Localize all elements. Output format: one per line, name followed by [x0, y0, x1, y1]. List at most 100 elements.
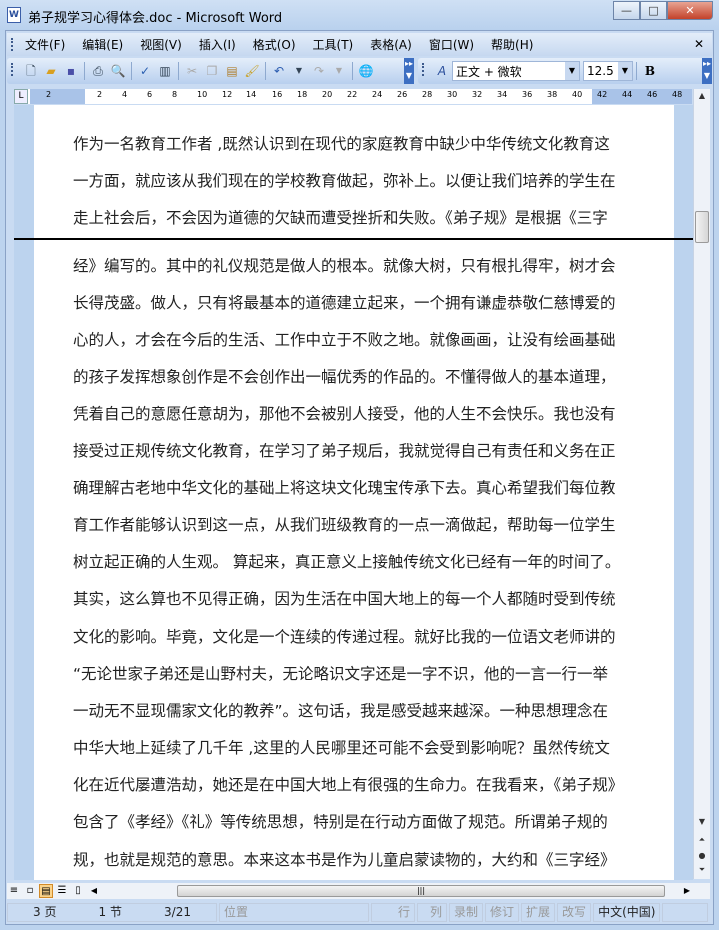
grip-icon[interactable]: [422, 63, 424, 76]
spelling-icon[interactable]: ✓: [137, 63, 153, 79]
document-line: 确理解古老地中华文化的基础上将这块文化瑰宝传承下去。真心希望我们每位教: [73, 479, 616, 497]
hyperlink-icon[interactable]: 🌐: [358, 63, 374, 79]
menu-file[interactable]: 文件(F): [25, 36, 65, 53]
grip-icon[interactable]: [11, 38, 13, 51]
document-line: 一动无不显现儒家文化的教养”。这句话，我是感受越来越深。一种思想理念在: [73, 702, 609, 720]
document-area[interactable]: 作为一名教育工作者 ,既然认识到在现代的家庭教育中缺少中华传统文化教育这 一方面，…: [14, 105, 693, 880]
window-title: 弟子规学习心得体会.doc - Microsoft Word: [28, 11, 283, 26]
research-icon[interactable]: ▥: [157, 63, 173, 79]
chevron-down-icon[interactable]: ▼: [565, 62, 579, 80]
status-position: 位置: [219, 903, 369, 922]
document-line: 一方面，就应该从我们现在的学校教育做起，弥补上。以便让我们培养的学生在: [73, 172, 616, 190]
normal-view-icon[interactable]: ≡: [7, 884, 21, 898]
status-language[interactable]: 中文(中国): [593, 903, 661, 922]
page-break-line: [14, 238, 693, 240]
left-margin: [30, 89, 85, 104]
copy-icon[interactable]: ❐: [204, 63, 220, 79]
print-layout-icon[interactable]: ▤: [39, 884, 53, 898]
status-bar: 3 页 1 节 3/21 位置 行 列 录制 修订 扩展 改写 中文(中国): [7, 903, 710, 922]
web-layout-icon[interactable]: ▫: [23, 884, 37, 898]
menu-table[interactable]: 表格(A): [370, 36, 412, 53]
toolbar-options-icon[interactable]: ▸▸ ▼: [702, 58, 712, 84]
style-combo[interactable]: 正文 + 微软 ▼: [452, 61, 580, 81]
font-size-combo[interactable]: 12.5 ▼: [583, 61, 633, 81]
paste-icon[interactable]: ▤: [224, 63, 240, 79]
cut-icon[interactable]: ✂: [184, 63, 200, 79]
close-button[interactable]: ✕: [667, 1, 713, 20]
undo-dropdown-icon[interactable]: ▼: [291, 63, 307, 79]
document-line: 的孩子发挥想象创作是不会创作出一幅优秀的作品的。不懂得做人的基本道理，: [73, 368, 616, 386]
ruler-tick-label: 2: [97, 90, 103, 99]
toolbar-options-icon[interactable]: ▸▸ ▼: [404, 58, 414, 84]
word-app-icon[interactable]: W: [7, 7, 21, 23]
redo-dropdown-icon[interactable]: ▼: [331, 63, 347, 79]
standard-toolbar: 🗋 ▰ ▪ ⎙ 🔍 ✓ ▥ ✂ ❐ ▤ 🖌 ↶ ▼ ↷ ▼ 🌐 ▸▸ ▼: [7, 58, 414, 84]
chevron-down-icon[interactable]: ▼: [618, 62, 632, 80]
document-line: 包含了《孝经》《礼》等传统思想，特别是在行动方面做了规范。所谓弟子规的: [73, 813, 608, 831]
tab-selector[interactable]: L: [14, 89, 28, 104]
scroll-up-icon[interactable]: ▲: [694, 91, 710, 100]
menu-edit[interactable]: 编辑(E): [82, 36, 123, 53]
styles-icon[interactable]: A: [434, 63, 450, 79]
grip-icon[interactable]: [11, 63, 13, 76]
ruler-tick-label: 42: [597, 90, 608, 99]
ruler-tick-label: 6: [147, 90, 153, 99]
save-icon[interactable]: ▪: [63, 63, 79, 79]
status-page-info: 3 页 1 节 3/21: [7, 903, 217, 922]
ruler-tick-label: 12: [222, 90, 233, 99]
document-line: 走上社会后，不会因为道德的欠缺而遭受挫折和失败。《弟子规》是根据《三字: [73, 209, 608, 227]
menu-tools[interactable]: 工具(T): [313, 36, 354, 53]
menu-window[interactable]: 窗口(W): [429, 36, 474, 53]
menu-format[interactable]: 格式(O): [253, 36, 296, 53]
undo-icon[interactable]: ↶: [271, 63, 287, 79]
reading-layout-icon[interactable]: ▯: [71, 884, 85, 898]
minimize-button[interactable]: —: [613, 1, 640, 20]
separator: [178, 62, 179, 80]
formatting-toolbar: A 正文 + 微软 ▼ 12.5 ▼ B ▸▸ ▼: [418, 58, 712, 84]
close-document-icon[interactable]: ✕: [694, 37, 704, 51]
document-line: 其实，这么算也不见得正确，因为生活在中国大地上的每一个人都随时受到传统: [73, 590, 616, 608]
status-overtype[interactable]: 改写: [557, 903, 592, 922]
separator: [636, 62, 637, 80]
previous-page-icon[interactable]: ⏶: [694, 835, 710, 845]
scroll-left-icon[interactable]: ◀: [87, 884, 101, 898]
status-section: 1 节: [98, 905, 122, 919]
ruler-tick-label: 48: [672, 90, 683, 99]
status-record[interactable]: 录制: [449, 903, 484, 922]
open-folder-icon[interactable]: ▰: [43, 63, 59, 79]
status-row: 行: [371, 903, 415, 922]
bold-button[interactable]: B: [642, 63, 658, 79]
scroll-down-icon[interactable]: ▼: [694, 817, 710, 826]
menu-view[interactable]: 视图(V): [140, 36, 182, 53]
menu-help[interactable]: 帮助(H): [491, 36, 533, 53]
redo-icon[interactable]: ↷: [311, 63, 327, 79]
ruler-tick-label: 24: [372, 90, 383, 99]
ruler-tick-label: 18: [297, 90, 308, 99]
vertical-scrollbar[interactable]: ▲ ▼ ⏶ ● ⏷: [693, 89, 710, 879]
print-preview-icon[interactable]: 🔍: [110, 63, 126, 79]
ruler-tick-label: 30: [447, 90, 458, 99]
document-line: 规，也就是规范的意思。本来这本书是作为儿童启蒙读物的，大约和《三字经》: [73, 851, 616, 869]
horizontal-scrollbar[interactable]: ≡ ▫ ▤ ☰ ▯ ◀ ||| ▶: [7, 883, 710, 899]
ruler-tick-label: 38: [547, 90, 558, 99]
horizontal-scroll-thumb[interactable]: |||: [177, 885, 665, 897]
format-painter-icon[interactable]: 🖌: [244, 63, 260, 79]
print-icon[interactable]: ⎙: [90, 63, 106, 79]
document-line: 经》编写的。其中的礼仪规范是做人的根本。就像大树，只有根扎得牢，树才会: [73, 257, 616, 275]
status-col: 列: [417, 903, 447, 922]
status-page-count: 3/21: [164, 905, 191, 919]
document-line: 凭着自己的意愿任意胡为，那他不会被别人接受，他的人生不会快乐。我也没有: [73, 405, 616, 423]
scroll-right-icon[interactable]: ▶: [680, 884, 694, 898]
status-track-changes[interactable]: 修订: [485, 903, 520, 922]
new-document-icon[interactable]: 🗋: [23, 63, 39, 79]
status-extend[interactable]: 扩展: [521, 903, 556, 922]
document-line: “无论世家子弟还是山野村夫，无论略识文字还是一字不识，他的一言一行一举: [73, 665, 609, 683]
scroll-thumb[interactable]: [695, 211, 709, 243]
horizontal-ruler[interactable]: L 2 2 4 6 8 10 12 14 16 18 20 22 24 26 28 30 32 34 36 38 40 4…: [14, 89, 692, 104]
maximize-button[interactable]: □: [640, 1, 667, 20]
next-page-icon[interactable]: ⏷: [694, 865, 710, 875]
browse-object-icon[interactable]: ●: [694, 851, 710, 860]
menu-insert[interactable]: 插入(I): [199, 36, 236, 53]
ruler-tick-label: 20: [322, 90, 333, 99]
outline-view-icon[interactable]: ☰: [55, 884, 69, 898]
